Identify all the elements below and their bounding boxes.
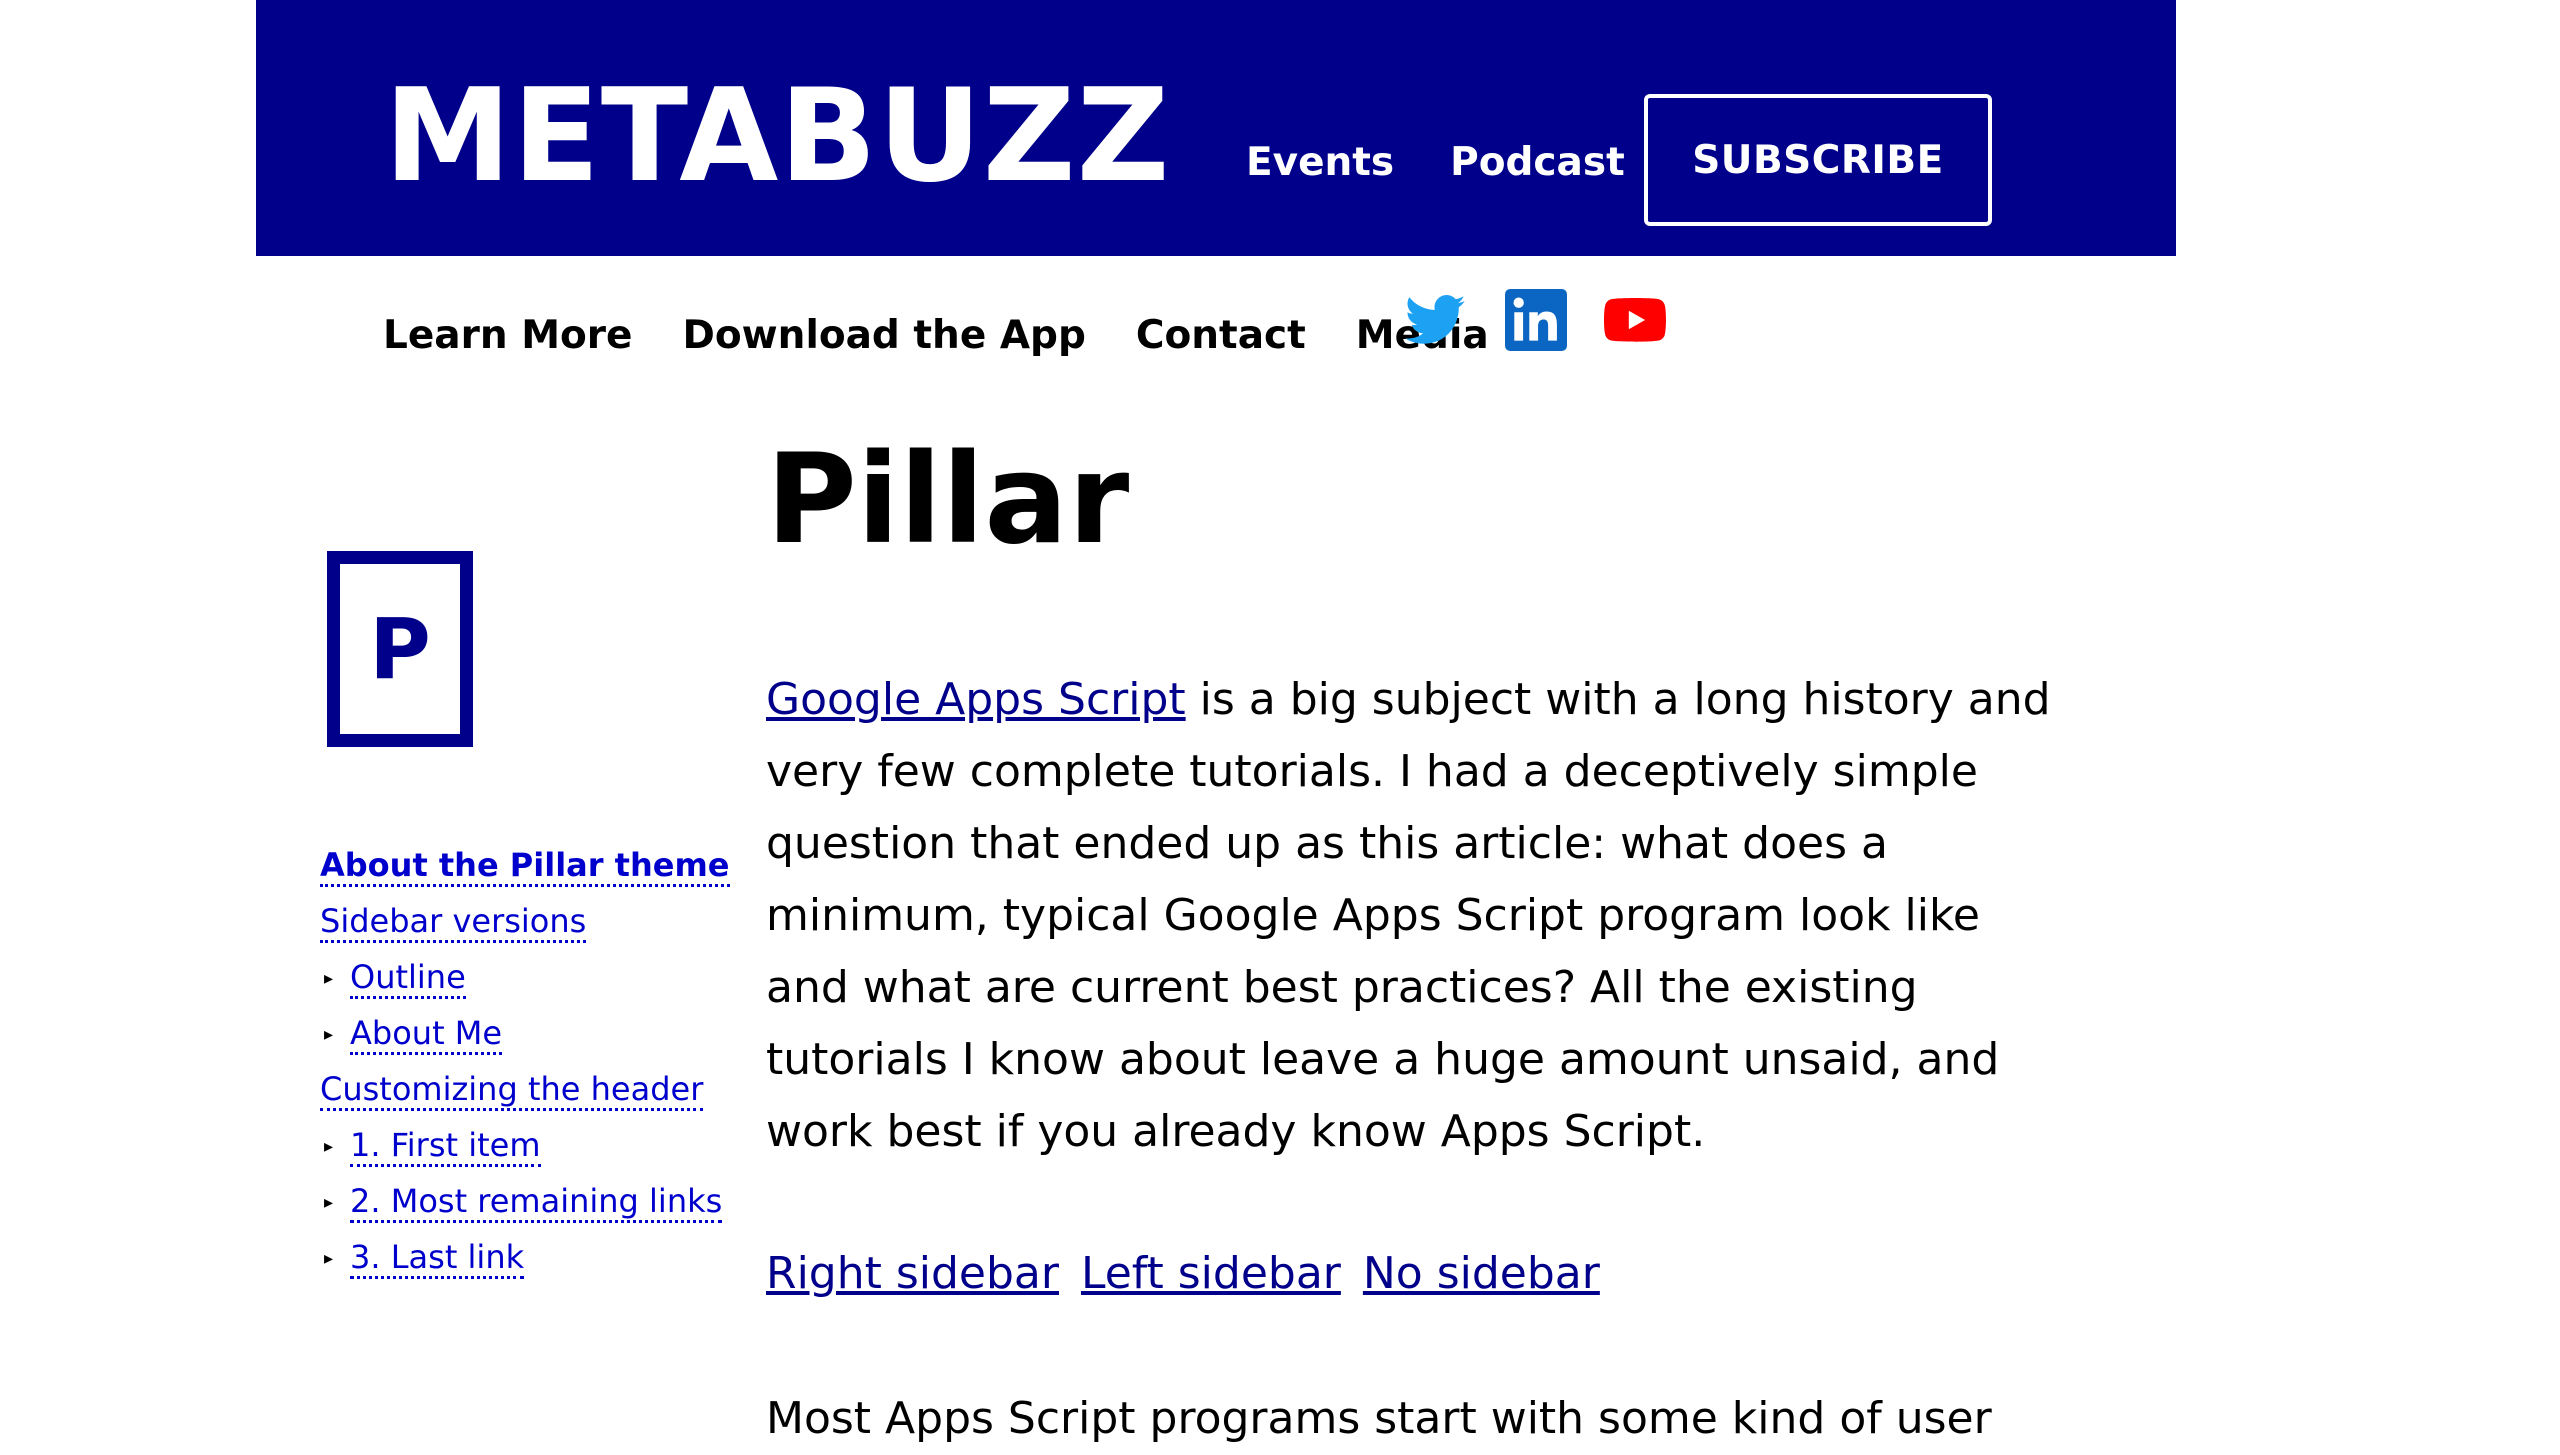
left-sidebar-link[interactable]: Left sidebar: [1081, 1248, 1341, 1299]
toc-item: ▸ 3. Last link: [320, 1230, 730, 1286]
sidebar-variant-links: Right sidebar Left sidebar No sidebar: [766, 1238, 1608, 1310]
nav-link-podcast[interactable]: Podcast: [1450, 135, 1625, 191]
site-header: METABUZZ Events Podcast SUBSCRIBE: [256, 0, 2176, 256]
table-of-contents: About the Pillar theme Sidebar versions …: [320, 838, 730, 1286]
toc-link-first-item[interactable]: 1. First item: [350, 1126, 541, 1167]
intro-text: is a big subject with a long history and…: [766, 674, 2051, 1157]
secondary-nav: Learn More Download the App Contact Medi…: [383, 308, 1489, 364]
pillar-logo: P: [327, 551, 473, 747]
subscribe-button[interactable]: SUBSCRIBE: [1644, 94, 1992, 226]
toc-item: ▸ 2. Most remaining links: [320, 1174, 730, 1230]
linkedin-icon[interactable]: [1505, 288, 1567, 352]
header-nav: Events Podcast: [1246, 135, 1625, 191]
nav-link-download-app[interactable]: Download the App: [682, 308, 1085, 364]
triangle-bullet-icon: ▸: [324, 1023, 334, 1045]
triangle-bullet-icon: ▸: [324, 967, 334, 989]
toc-link-customizing-header[interactable]: Customizing the header: [320, 1070, 704, 1111]
toc-item: About the Pillar theme: [320, 838, 730, 894]
page-title: Pillar: [766, 428, 1130, 572]
toc-item: ▸ About Me: [320, 1006, 730, 1062]
youtube-icon[interactable]: [1603, 288, 1667, 352]
no-sidebar-link[interactable]: No sidebar: [1363, 1248, 1600, 1299]
pillar-logo-letter: P: [369, 600, 431, 698]
toc-link-last-link[interactable]: 3. Last link: [350, 1238, 525, 1279]
twitter-icon[interactable]: [1403, 288, 1467, 352]
toc-item: Customizing the header: [320, 1062, 730, 1118]
toc-link-most-remaining-links[interactable]: 2. Most remaining links: [350, 1182, 723, 1223]
nav-link-events[interactable]: Events: [1246, 135, 1394, 191]
nav-link-learn-more[interactable]: Learn More: [383, 308, 632, 364]
toc-link-outline[interactable]: Outline: [350, 958, 466, 999]
google-apps-script-link[interactable]: Google Apps Script: [766, 674, 1186, 725]
toc-link-sidebar-versions[interactable]: Sidebar versions: [320, 902, 587, 943]
toc-link-about-me[interactable]: About Me: [350, 1014, 503, 1055]
intro-paragraph: Google Apps Script is a big subject with…: [766, 664, 2066, 1168]
body-paragraph: Most Apps Script programs start with som…: [766, 1393, 1992, 1444]
toc-link-about-pillar-theme[interactable]: About the Pillar theme: [320, 846, 730, 887]
site-title[interactable]: METABUZZ: [384, 62, 1170, 212]
right-sidebar-link[interactable]: Right sidebar: [766, 1248, 1059, 1299]
triangle-bullet-icon: ▸: [324, 1247, 334, 1269]
toc-item: ▸ 1. First item: [320, 1118, 730, 1174]
toc-item: ▸ Outline: [320, 950, 730, 1006]
triangle-bullet-icon: ▸: [324, 1135, 334, 1157]
triangle-bullet-icon: ▸: [324, 1191, 334, 1213]
toc-item: Sidebar versions: [320, 894, 730, 950]
nav-link-contact[interactable]: Contact: [1136, 308, 1306, 364]
